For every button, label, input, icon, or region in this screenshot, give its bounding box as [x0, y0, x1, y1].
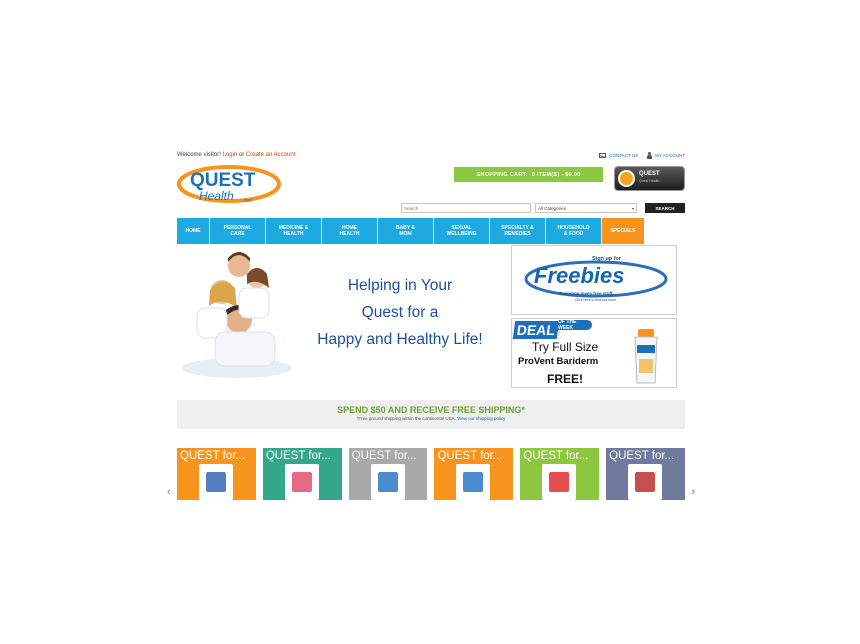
carousel-tile[interactable]: QUEST for... [177, 448, 256, 500]
nav-home[interactable]: HOME [177, 218, 209, 244]
tile-product-image [456, 464, 491, 500]
shipping-headline: SPEND $50 AND RECEIVE FREE SHIPPING* [337, 405, 525, 415]
shipping-note-row: *Free ground shipping within the contine… [177, 416, 685, 421]
logo-suffix: .net [243, 198, 252, 204]
hero-line2: Quest for a [361, 304, 439, 321]
nav-home-health[interactable]: HOME HEALTH [322, 218, 377, 244]
nav-sexual-wellbeing[interactable]: SEXUAL WELLBEING [434, 218, 489, 244]
person-icon [647, 152, 653, 159]
logo-graphic: QUEST Health .net [177, 165, 281, 204]
quest-health-logo[interactable]: QUEST Health .net [177, 162, 287, 208]
cart-label: SHOPPING CART: [476, 171, 528, 178]
tile-label: QUEST for... [265, 450, 331, 462]
freebies-sub1: Everyone loves free stuff [559, 291, 613, 296]
my-account-link[interactable]: MY ACCOUNT [647, 152, 685, 159]
freebies-word: Freebies [534, 263, 625, 288]
tile-product-image [370, 464, 405, 500]
cart-items: 0 ITEM(S) - $0.00 [531, 171, 581, 178]
nav-personal-care[interactable]: PERSONAL CARE [210, 218, 265, 244]
tile-product-image [542, 464, 577, 500]
tile-label: QUEST for... [437, 450, 503, 462]
seal-icon [618, 170, 635, 187]
tile-product-image [628, 464, 663, 500]
nav-medicine-health[interactable]: MEDICINE & HEALTH [266, 218, 321, 244]
hero-tagline: Helping in Your Quest for a Happy and He… [293, 272, 507, 353]
carousel-prev-button[interactable]: ‹ [167, 486, 171, 498]
contact-us-label: CONTACT US [609, 153, 639, 158]
product-tube-image [634, 329, 658, 384]
tile-label: QUEST for... [351, 450, 417, 462]
deal-line2: ProVent Bariderm [518, 356, 599, 367]
my-account-label: MY ACCOUNT [655, 153, 685, 158]
badge-subtitle: Quest Health [639, 179, 660, 183]
product-carousel: ‹ QUEST for... QUEST for... QUEST for...… [167, 448, 695, 500]
welcome-text: Welcome visitor! Login or Create an Acco… [177, 152, 295, 158]
chevron-down-icon: ▾ [631, 205, 634, 211]
tile-label: QUEST for... [523, 450, 589, 462]
freebies-signup: Sign up for [592, 256, 622, 262]
quest-badge[interactable]: QUEST Quest Health [614, 166, 685, 191]
nav-specialty-remedies[interactable]: SPECIALTY & REMEDIES [490, 218, 545, 244]
or-text: or [238, 152, 245, 158]
deal-of-the-week-banner[interactable]: DEAL OF THE WEEK Try Full Size ProVent B… [511, 318, 677, 388]
tile-product-image [199, 464, 233, 500]
deal-label: DEAL [512, 321, 560, 339]
shopping-cart-button[interactable]: SHOPPING CART: 0 ITEM(S) - $0.00 [454, 167, 603, 182]
top-links: CONTACT US MY ACCOUNT [599, 152, 685, 159]
badge-title: QUEST [639, 171, 660, 177]
contact-us-link[interactable]: CONTACT US [599, 153, 638, 158]
deal-line1: Try Full Size [532, 340, 599, 354]
top-bar: Welcome visitor! Login or Create an Acco… [177, 148, 685, 162]
carousel-tile[interactable]: QUEST for... [348, 448, 428, 500]
carousel-tile[interactable]: QUEST for... [434, 448, 514, 500]
logo-word1: QUEST [190, 170, 256, 191]
create-account-link[interactable]: Create an Account [246, 152, 295, 158]
hero-line3: Happy and Healthy Life! [317, 331, 483, 348]
carousel-tiles: QUEST for... QUEST for... QUEST for... Q… [177, 448, 685, 500]
carousel-tile[interactable]: QUEST for... [262, 448, 342, 500]
tile-product-image [284, 464, 319, 500]
carousel-tile[interactable]: QUEST for... [520, 448, 600, 500]
freebies-banner[interactable]: Sign up for Freebies Everyone loves free… [511, 245, 677, 315]
tile-label: QUEST for... [180, 450, 245, 462]
nav-household-food[interactable]: HOUSEHOLD & FOOD [546, 218, 601, 244]
shipping-note: *Free ground shipping within the contine… [356, 416, 456, 421]
carousel-next-button[interactable]: › [691, 486, 695, 498]
category-select[interactable]: All Categories ▾ [535, 203, 637, 213]
welcome-prefix: Welcome visitor! [177, 152, 221, 158]
freebies-sub2: Click here to find out more [575, 298, 616, 302]
hero-banner[interactable]: Helping in Your Quest for a Happy and He… [177, 248, 507, 384]
shipping-policy-link[interactable]: View our shipping policy [457, 416, 505, 421]
free-shipping-banner: SPEND $50 AND RECEIVE FREE SHIPPING* *Fr… [177, 400, 685, 429]
mail-icon [599, 153, 607, 158]
tile-label: QUEST for... [609, 450, 675, 462]
carousel-tile[interactable]: QUEST for... [606, 448, 685, 500]
search-button[interactable]: SEARCH [645, 203, 685, 213]
nav-specials[interactable]: SPECIALS [602, 218, 644, 244]
logo-word2: Health [199, 189, 234, 203]
category-selected: All Categories [538, 205, 567, 211]
search-input[interactable] [401, 203, 531, 213]
deal-line3: FREE! [547, 372, 583, 386]
deal-of-the-week-label: OF THE WEEK [558, 319, 592, 331]
hero-line1: Helping in Your [347, 277, 453, 294]
login-link[interactable]: Login [223, 152, 238, 158]
main-nav: HOME PERSONAL CARE MEDICINE & HEALTH HOM… [177, 218, 670, 244]
family-photo [177, 248, 293, 380]
nav-baby-mom[interactable]: BABY & MOM [378, 218, 433, 244]
page: Welcome visitor! Login or Create an Acco… [167, 148, 695, 500]
